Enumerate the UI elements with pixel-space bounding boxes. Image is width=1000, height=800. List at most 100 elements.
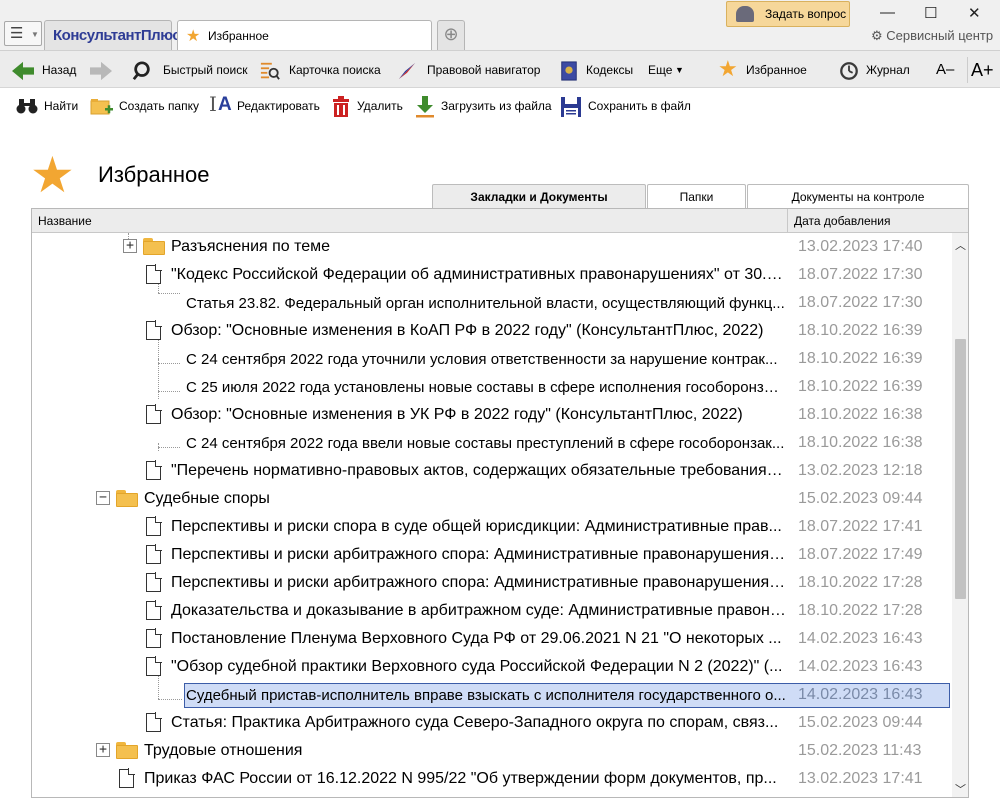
row-date: 18.07.2022 17:30 xyxy=(798,266,923,283)
ask-question-label: Задать вопрос xyxy=(765,7,847,21)
row-date: 18.10.2022 16:38 xyxy=(798,434,923,451)
delete-button[interactable]: Удалить xyxy=(330,95,404,117)
minimize-icon[interactable]: — xyxy=(880,4,895,21)
forward-button[interactable] xyxy=(90,57,116,83)
quick-search-button[interactable]: Быстрый поиск xyxy=(131,57,247,83)
create-folder-button[interactable]: Создать папку xyxy=(90,95,200,117)
tab-bookmarks-documents[interactable]: Закладки и Документы xyxy=(432,184,646,209)
journal-button[interactable]: Журнал xyxy=(838,57,914,83)
row-label: Статья 23.82. Федеральный орган исполнит… xyxy=(186,295,785,312)
new-tab-button[interactable]: ⊕ xyxy=(437,20,465,50)
legal-navigator-label: Правовой навигатор xyxy=(427,63,541,77)
trash-icon xyxy=(333,96,349,117)
list-item-document[interactable]: Перспективы и риски арбитражного спора: … xyxy=(32,541,950,569)
codes-button[interactable]: Кодексы xyxy=(558,57,634,83)
row-label: "Перечень нормативно-правовых актов, сод… xyxy=(171,462,786,479)
favorites-table: Название Дата добавления + Разъяснения п… xyxy=(31,208,969,798)
list-item-document[interactable]: Перспективы и риски спора в суде общей ю… xyxy=(32,513,950,541)
brand-logo: КонсультантПлюс xyxy=(53,27,181,44)
star-icon: ★ xyxy=(186,28,201,45)
tab-controlled-documents[interactable]: Документы на контроле xyxy=(747,184,969,209)
main-toolbar: Назад Быстрый поиск Карточка поиска Прав… xyxy=(0,50,1000,88)
list-item-folder[interactable]: + Разъяснения по теме 13.02.2023 17:40 xyxy=(32,233,950,261)
search-card-button[interactable]: Карточка поиска xyxy=(259,57,384,83)
list-item-document[interactable]: "Перечень нормативно-правовых актов, сод… xyxy=(32,457,950,485)
row-date: 13.02.2023 12:18 xyxy=(798,462,923,479)
column-header-name[interactable]: Название xyxy=(38,214,92,228)
vertical-scrollbar[interactable]: ︿ ﹀ xyxy=(952,233,968,797)
floppy-disk-icon xyxy=(561,97,581,117)
row-label: Перспективы и риски арбитражного спора: … xyxy=(171,546,786,563)
font-decrease-button[interactable]: A– xyxy=(936,57,958,83)
tab-consultant[interactable]: КонсультантПлюс xyxy=(44,20,181,50)
chevron-down-icon[interactable]: ﹀ xyxy=(952,781,968,796)
list-item-document[interactable]: Обзор: "Основные изменения в КоАП РФ в 2… xyxy=(32,317,950,345)
legal-navigator-button[interactable]: Правовой навигатор xyxy=(396,57,541,83)
tab-favorites[interactable]: ★ Избранное xyxy=(177,20,432,50)
list-item-document[interactable]: "Обзор судебной практики Верховного суда… xyxy=(32,653,950,681)
column-divider[interactable] xyxy=(787,209,788,233)
document-icon xyxy=(119,768,135,788)
list-item-document[interactable]: Постановление Пленума Верховного Суда РФ… xyxy=(32,625,950,653)
table-body: + Разъяснения по теме 13.02.2023 17:40 "… xyxy=(32,233,950,797)
main-menu-button[interactable]: ☰ ▼ xyxy=(4,21,42,46)
load-from-file-button[interactable]: Загрузить из файла xyxy=(414,95,554,118)
list-item-document[interactable]: Обзор: "Основные изменения в УК РФ в 202… xyxy=(32,401,950,429)
list-item-folder[interactable]: + Трудовые отношения 15.02.2023 11:43 xyxy=(32,737,950,765)
consultant-person-icon xyxy=(736,6,754,22)
favorites-button[interactable]: ★ Избранное xyxy=(718,56,810,83)
close-icon[interactable]: ✕ xyxy=(968,4,981,22)
list-item-document[interactable]: Перспективы и риски арбитражного спора: … xyxy=(32,569,950,597)
find-button[interactable]: Найти xyxy=(16,95,81,117)
maximize-icon[interactable]: ☐ xyxy=(924,4,937,22)
list-item-document[interactable]: Приказ ФАС России от 16.12.2022 N 995/22… xyxy=(32,765,950,793)
row-date: 13.02.2023 17:41 xyxy=(798,770,923,787)
text-cursor-icon: I xyxy=(209,92,217,116)
letter-a-icon: A xyxy=(218,94,232,115)
list-item-document[interactable]: Статья: Практика Арбитражного суда Север… xyxy=(32,709,950,737)
chevron-up-icon[interactable]: ︿ xyxy=(952,237,968,252)
list-item-document[interactable]: "Кодекс Российской Федерации об админист… xyxy=(32,261,950,289)
back-label: Назад xyxy=(42,63,77,77)
collapse-icon[interactable]: − xyxy=(96,491,110,505)
favorites-star-icon: ★ xyxy=(30,147,75,203)
document-icon xyxy=(146,264,162,284)
title-bar: ☰ ▼ КонсультантПлюс ★ Избранное ⊕ Задать … xyxy=(0,0,1000,50)
ask-question-button[interactable]: Задать вопрос xyxy=(726,1,850,27)
edit-label: Редактировать xyxy=(237,99,320,113)
row-date: 15.02.2023 11:43 xyxy=(798,742,922,759)
new-folder-icon xyxy=(90,99,113,115)
document-icon xyxy=(146,628,162,648)
row-label: "Обзор судебной практики Верховного суда… xyxy=(171,658,783,675)
list-item-document[interactable]: Доказательства и доказывание в арбитражн… xyxy=(32,597,950,625)
expand-icon[interactable]: + xyxy=(123,239,137,253)
list-item-folder[interactable]: − Судебные споры 15.02.2023 09:44 xyxy=(32,485,950,513)
save-to-file-button[interactable]: Сохранить в файл xyxy=(560,95,691,117)
actions-toolbar: Найти Создать папку I A Редактировать Уд… xyxy=(0,89,1000,123)
back-arrow-icon xyxy=(12,61,34,81)
list-item-bookmark-selected[interactable]: Судебный пристав-исполнитель вправе взыс… xyxy=(32,681,950,709)
list-item-bookmark[interactable]: С 24 сентября 2022 года ввели новые сост… xyxy=(32,429,950,457)
list-item-bookmark[interactable]: С 24 сентября 2022 года уточнили условия… xyxy=(32,345,950,373)
load-from-file-label: Загрузить из файла xyxy=(441,99,552,113)
expand-icon[interactable]: + xyxy=(96,743,110,757)
row-date: 18.10.2022 16:39 xyxy=(798,378,923,395)
tab-folders[interactable]: Папки xyxy=(647,184,746,209)
edit-button[interactable]: I A Редактировать xyxy=(209,92,320,117)
service-center-link[interactable]: ⚙ Сервисный центр xyxy=(871,28,993,44)
scrollbar-thumb[interactable] xyxy=(955,339,966,599)
document-icon xyxy=(146,600,162,620)
back-button[interactable]: Назад xyxy=(12,57,82,83)
row-label: Судебные споры xyxy=(144,490,270,507)
document-icon xyxy=(146,516,162,536)
row-date: 18.10.2022 17:28 xyxy=(798,602,923,619)
table-header: Название Дата добавления xyxy=(32,209,968,233)
folder-icon xyxy=(143,238,165,255)
more-dropdown[interactable]: Еще ▼ xyxy=(648,57,686,83)
list-item-bookmark[interactable]: Статья 23.82. Федеральный орган исполнит… xyxy=(32,289,950,317)
column-header-date[interactable]: Дата добавления xyxy=(794,214,890,228)
font-decrease-label: A– xyxy=(936,61,955,78)
list-item-bookmark[interactable]: С 25 июля 2022 года установлены новые со… xyxy=(32,373,950,401)
font-increase-button[interactable]: A+ xyxy=(967,57,995,83)
document-icon xyxy=(146,656,162,676)
